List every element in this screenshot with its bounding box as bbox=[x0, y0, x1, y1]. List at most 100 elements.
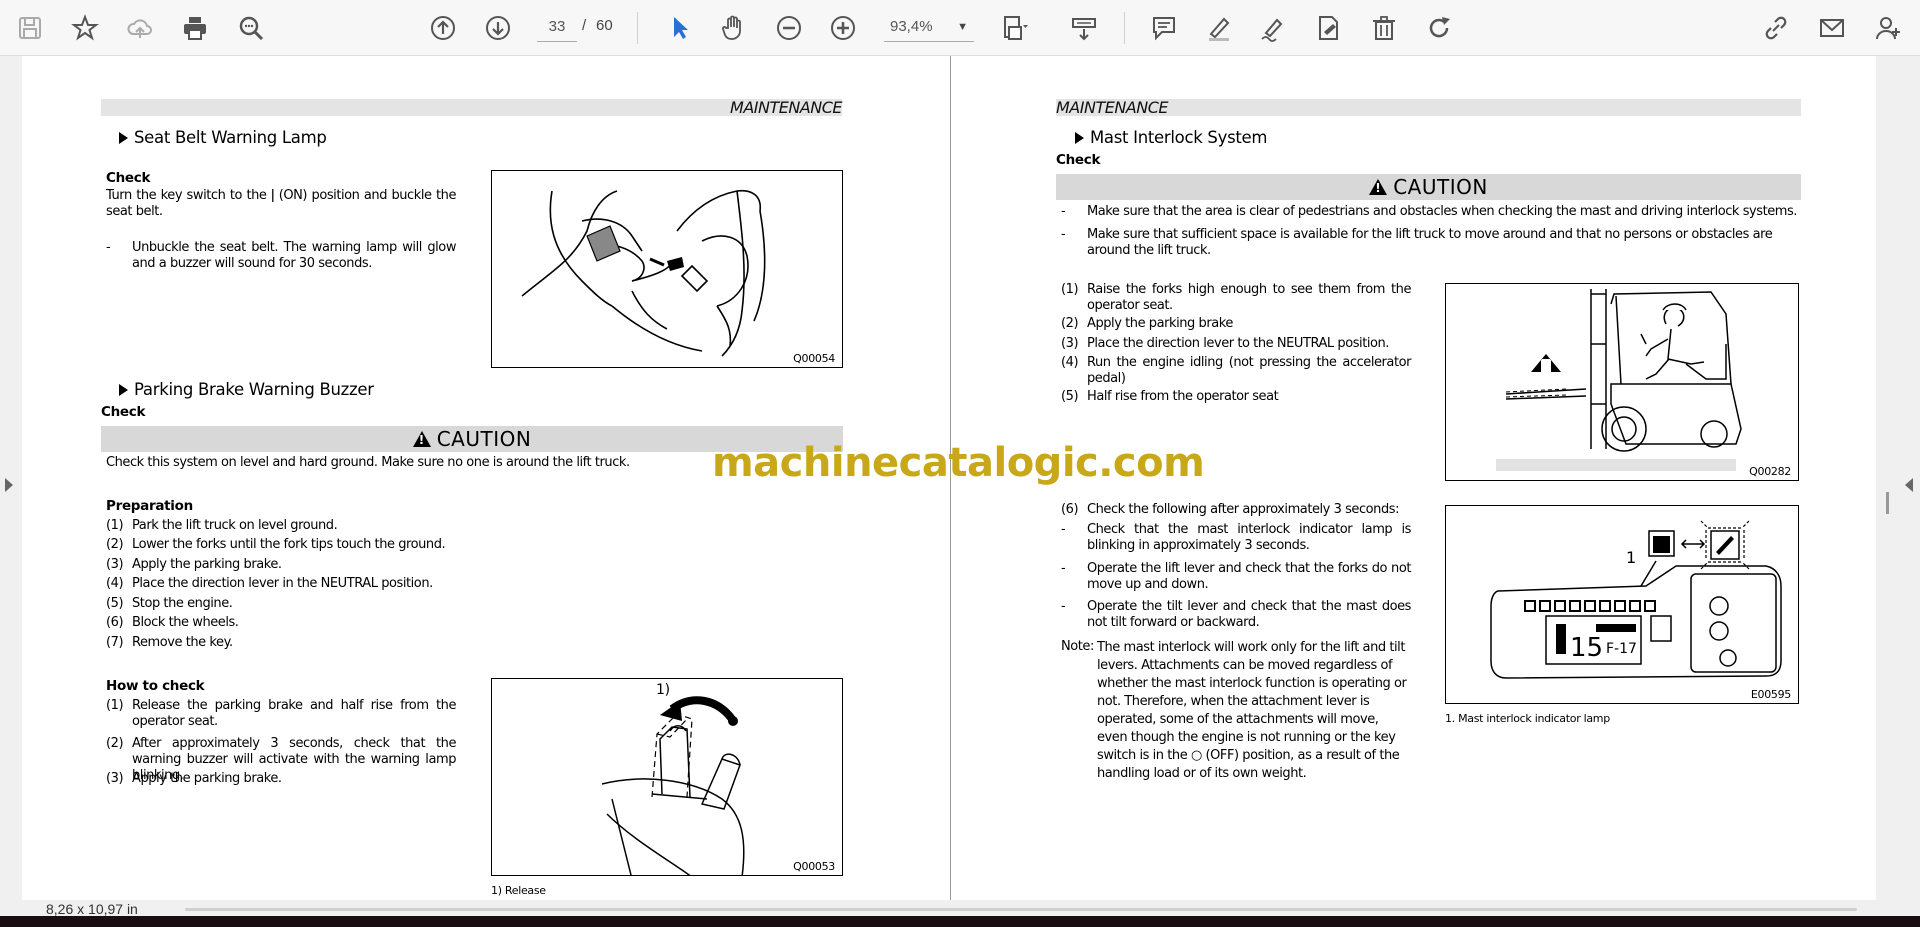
warning-triangle-icon bbox=[1369, 179, 1388, 195]
bullet-dash: - bbox=[1061, 522, 1066, 537]
step-text: Place the direction lever in the NEUTRAL… bbox=[132, 576, 433, 591]
step-number: (4) bbox=[106, 576, 124, 591]
toolbar-divider bbox=[1124, 12, 1125, 44]
left-panel-toggle-icon[interactable] bbox=[5, 478, 13, 492]
figure-callout-label: 1 bbox=[1626, 548, 1636, 567]
save-icon[interactable] bbox=[12, 10, 48, 46]
page-number-input[interactable] bbox=[537, 12, 577, 42]
star-icon[interactable] bbox=[67, 10, 103, 46]
step-number: (5) bbox=[1061, 389, 1079, 404]
bullet-dash: - bbox=[106, 240, 111, 255]
bullet-dash: - bbox=[1061, 561, 1066, 576]
cloud-upload-icon[interactable] bbox=[122, 10, 158, 46]
seat-belt-illustration bbox=[521, 189, 766, 357]
scroll-mode-icon[interactable] bbox=[1066, 10, 1102, 46]
step-number: (6) bbox=[1061, 502, 1079, 517]
right-panel-toggle-icon[interactable] bbox=[1905, 478, 1913, 492]
caution-bullet: Make sure that sufficient space is avail… bbox=[1087, 227, 1773, 258]
check-bullet: Operate the tilt lever and check that th… bbox=[1087, 599, 1411, 630]
main-toolbar: / 60 93,4% ▼ bbox=[0, 0, 1920, 56]
page-up-icon[interactable] bbox=[425, 10, 461, 46]
page-header-bar: MAINTENANCE bbox=[1056, 99, 1801, 116]
email-icon[interactable] bbox=[1814, 10, 1850, 46]
step-number: (2) bbox=[106, 736, 124, 751]
how-to-check-label: How to check bbox=[106, 678, 205, 694]
figure-code: Q00282 bbox=[1749, 465, 1791, 478]
step-number: (2) bbox=[1061, 316, 1079, 331]
figure-seat-belt: Q00054 bbox=[491, 170, 843, 368]
select-cursor-icon[interactable] bbox=[662, 10, 698, 46]
figure-code: Q00053 bbox=[793, 860, 835, 873]
preparation-label: Preparation bbox=[106, 498, 193, 514]
section-title-seat-belt: Seat Belt Warning Lamp bbox=[119, 128, 327, 147]
check-bullet: Operate the lift lever and check that th… bbox=[1087, 561, 1411, 592]
indicator-panel-illustration: 15 F-17 bbox=[1490, 520, 1782, 679]
share-link-icon[interactable] bbox=[1758, 10, 1794, 46]
step-number: (1) bbox=[1061, 282, 1079, 297]
highlight-pen-icon[interactable] bbox=[1201, 10, 1237, 46]
triangle-bullet-icon bbox=[119, 132, 128, 144]
step-text: Lower the forks until the fork tips touc… bbox=[132, 537, 446, 552]
print-icon[interactable] bbox=[177, 10, 213, 46]
zoom-out-icon[interactable] bbox=[771, 10, 807, 46]
figure-parking-brake: 1) Q00053 bbox=[491, 678, 843, 876]
watermark-text: machinecatalogic.com bbox=[712, 440, 1205, 486]
step-number: (7) bbox=[106, 635, 124, 650]
add-user-icon[interactable] bbox=[1870, 10, 1906, 46]
note-text: The mast interlock will work only for th… bbox=[1097, 640, 1407, 781]
step-number: (5) bbox=[106, 596, 124, 611]
step-text: Place the direction lever to the NEUTRAL… bbox=[1087, 336, 1389, 351]
forklift-illustration bbox=[1496, 289, 1742, 471]
triangle-bullet-icon bbox=[119, 384, 128, 396]
vertical-scrollbar[interactable] bbox=[1886, 492, 1889, 514]
section-title-mast-interlock: Mast Interlock System bbox=[1075, 128, 1267, 147]
comment-icon[interactable] bbox=[1146, 10, 1182, 46]
zoom-level-select[interactable]: 93,4% ▼ bbox=[884, 12, 974, 42]
horizontal-scrollbar[interactable] bbox=[185, 908, 1857, 911]
bullet-dash: - bbox=[1061, 599, 1066, 614]
seat-belt-instruction: Turn the key switch to the ǀ (ON) positi… bbox=[106, 188, 456, 219]
sign-pen-icon[interactable] bbox=[1255, 10, 1291, 46]
page-total: 60 bbox=[596, 17, 613, 34]
step-text: Block the wheels. bbox=[132, 615, 239, 630]
caution-banner: CAUTION bbox=[1056, 174, 1801, 200]
check-label: Check bbox=[106, 170, 151, 186]
step-number: (4) bbox=[1061, 355, 1079, 370]
step-number: (3) bbox=[106, 771, 124, 786]
step-text: Raise the forks high enough to see them … bbox=[1087, 282, 1411, 313]
fit-page-icon[interactable] bbox=[996, 10, 1032, 46]
warning-triangle-icon bbox=[412, 431, 431, 447]
figure-callout-label: 1) bbox=[656, 682, 670, 698]
hand-pan-icon[interactable] bbox=[715, 10, 751, 46]
figure-code: E00595 bbox=[1750, 688, 1791, 701]
figure-code: Q00054 bbox=[793, 352, 835, 365]
rotate-icon[interactable] bbox=[1421, 10, 1457, 46]
section-title-parking-brake: Parking Brake Warning Buzzer bbox=[119, 380, 374, 399]
zoom-in-icon[interactable] bbox=[825, 10, 861, 46]
page-down-icon[interactable] bbox=[480, 10, 516, 46]
svg-text:15: 15 bbox=[1570, 633, 1603, 663]
step-text: Apply the parking brake. bbox=[132, 557, 282, 572]
delete-icon[interactable] bbox=[1366, 10, 1402, 46]
step-number: (2) bbox=[106, 537, 124, 552]
step-text: Apply the parking brake. bbox=[132, 771, 282, 786]
figure-caption: 1) Release bbox=[491, 884, 546, 897]
page-header-title: MAINTENANCE bbox=[730, 98, 842, 117]
check-label: Check bbox=[1056, 152, 1101, 168]
stamp-icon[interactable] bbox=[1310, 10, 1346, 46]
zoom-search-icon[interactable] bbox=[233, 10, 269, 46]
figure-caption: 1. Mast interlock indicator lamp bbox=[1445, 712, 1610, 725]
page-separator: / bbox=[582, 17, 587, 34]
svg-text:F-17: F-17 bbox=[1606, 641, 1637, 657]
check-label: Check bbox=[101, 404, 146, 420]
step-text: Remove the key. bbox=[132, 635, 233, 650]
page-size-readout: 8,26 x 10,97 in bbox=[46, 901, 138, 917]
note-label: Note: bbox=[1061, 639, 1094, 654]
window-bottom-edge bbox=[0, 916, 1920, 927]
step-text: Half rise from the operator seat bbox=[1087, 389, 1279, 404]
step-text: Release the parking brake and half rise … bbox=[132, 698, 456, 729]
seat-belt-bullet: Unbuckle the seat belt. The warning lamp… bbox=[132, 240, 456, 271]
step-text: Park the lift truck on level ground. bbox=[132, 518, 338, 533]
figure-indicator-panel: 15 F-17 1 E00595 bbox=[1445, 505, 1799, 704]
figure-forklift: Q00282 bbox=[1445, 283, 1799, 481]
